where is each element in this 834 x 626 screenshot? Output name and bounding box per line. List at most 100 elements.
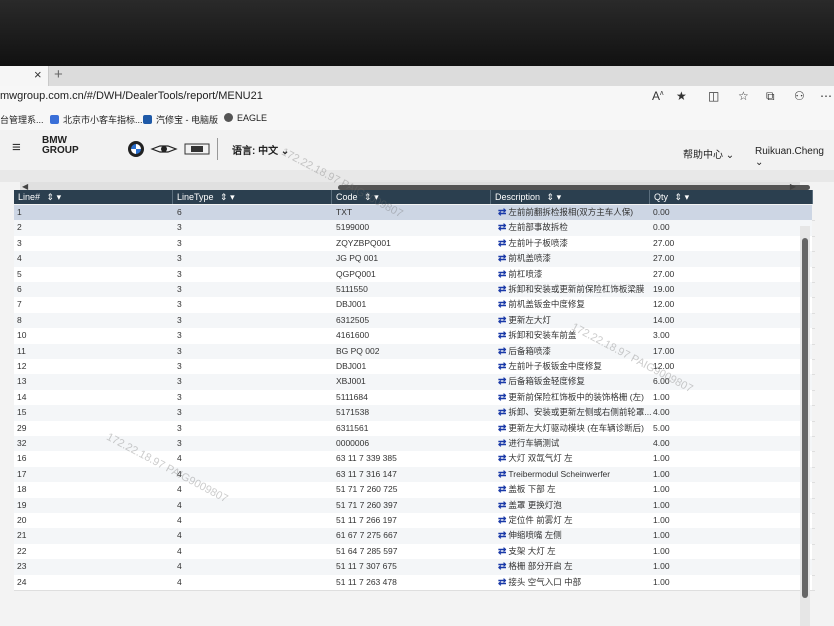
table-row[interactable]: 32 3 0000006 ⇄ 进行车辆测试 4.00: [14, 436, 815, 453]
swap-arrows-icon[interactable]: ⇄: [498, 421, 506, 436]
bookmark-item[interactable]: 台管理系...: [0, 113, 44, 126]
favorites-icon[interactable]: ☆: [738, 89, 749, 103]
swap-arrows-icon[interactable]: ⇄: [498, 359, 506, 374]
table-row[interactable]: 1 6 TXT ⇄ 左前前翻拆检报相(双方主车人保) 0.00: [14, 205, 815, 222]
swap-arrows-icon[interactable]: ⇄: [498, 251, 506, 266]
table-row[interactable]: 3 3 ZQYZBPQ001 ⇄ 左前叶子板喷漆 27.00: [14, 235, 815, 253]
table-row[interactable]: 16 4 63 11 7 339 385 ⇄ 大灯 双氙气灯 左 1.00: [14, 451, 815, 468]
table-row[interactable]: 12 3 DBJ001 ⇄ 左前叶子板钣金中度修复 12.00: [14, 359, 815, 376]
table-row[interactable]: 22 4 51 64 7 285 597 ⇄ 支架 大灯 左 1.00: [14, 543, 815, 561]
swap-arrows-icon[interactable]: ⇄: [498, 544, 506, 559]
browser-tab[interactable]: ×: [0, 66, 49, 86]
language-selector[interactable]: 语言: 中文 ⌄: [232, 142, 289, 157]
table-row[interactable]: 24 4 51 11 7 263 478 ⇄ 接头 空气入口 中部 1.00: [14, 574, 815, 591]
swap-arrows-icon[interactable]: ⇄: [498, 451, 506, 466]
table-row[interactable]: 13 3 XBJ001 ⇄ 后备箱钣金轻度修复 6.00: [14, 374, 815, 391]
cell-line: 3: [14, 236, 175, 253]
menu-icon[interactable]: ≡: [12, 139, 21, 156]
cell-desc: ⇄ 格栅 部分开启 左: [491, 559, 652, 576]
swap-arrows-icon[interactable]: ⇄: [498, 205, 506, 220]
swap-arrows-icon[interactable]: ⇄: [498, 528, 506, 543]
scrollbar-thumb[interactable]: [802, 238, 808, 598]
table-row[interactable]: 17 4 63 11 7 316 147 ⇄ Treibermodul Scheinwe…: [14, 466, 815, 484]
swap-arrows-icon[interactable]: ⇄: [498, 513, 506, 528]
swap-arrows-icon[interactable]: ⇄: [498, 467, 506, 482]
cell-code: 51 64 7 285 597: [332, 544, 494, 561]
swap-arrows-icon[interactable]: ⇄: [498, 482, 506, 497]
cell-type: 4: [173, 575, 335, 591]
swap-arrows-icon[interactable]: ⇄: [498, 559, 506, 574]
cell-line: 14: [14, 390, 175, 407]
bookmark-item[interactable]: EAGLE: [224, 113, 267, 123]
split-screen-icon[interactable]: ◫: [708, 89, 719, 103]
vertical-scrollbar[interactable]: [800, 226, 810, 626]
column-header-linetype[interactable]: LineType ⇕ ▾: [173, 190, 332, 204]
column-header-description[interactable]: Description ⇕ ▾: [491, 190, 650, 204]
table-row[interactable]: 21 4 61 67 7 275 667 ⇄ 伸缩喷嘴 左侧 1.00: [14, 528, 815, 545]
user-menu[interactable]: Ruikuan.Cheng ⌄: [755, 146, 834, 168]
swap-arrows-icon[interactable]: ⇄: [498, 328, 506, 343]
new-tab-button[interactable]: +: [54, 66, 63, 83]
sort-filter-icon[interactable]: ⇕ ▾: [216, 192, 235, 202]
table-row[interactable]: 14 3 5111684 ⇄ 更新前保险杠饰板中的装饰格栅 (左) 1.00: [14, 389, 815, 407]
table-row[interactable]: 4 3 JG PQ 001 ⇄ 前机盖喷漆 27.00: [14, 251, 815, 268]
column-header-line[interactable]: Line# ⇕ ▾: [14, 190, 173, 204]
favorite-star-icon[interactable]: ★: [676, 89, 687, 103]
swap-arrows-icon[interactable]: ⇄: [498, 374, 506, 389]
more-icon[interactable]: ⋯: [820, 89, 832, 103]
table-row[interactable]: 10 3 4161600 ⇄ 拆卸和安装车前盖 3.00: [14, 328, 815, 345]
swap-arrows-icon[interactable]: ⇄: [498, 220, 506, 235]
swap-arrows-icon[interactable]: ⇄: [498, 575, 506, 590]
swap-arrows-icon[interactable]: ⇄: [498, 267, 506, 282]
cell-text: JG PQ 001: [336, 253, 379, 264]
bookmark-item[interactable]: 汽修宝 - 电脑版: [143, 113, 218, 126]
address-bar[interactable]: mwgroup.com.cn/#/DWH/DealerTools/report/…: [0, 86, 834, 108]
cell-type: 3: [173, 297, 335, 314]
swap-arrows-icon[interactable]: ⇄: [498, 344, 506, 359]
table-row[interactable]: 5 3 QGPQ001 ⇄ 前杠喷漆 27.00: [14, 266, 815, 283]
language-label: 语言: 中文: [232, 146, 279, 157]
cell-text: ZQYZBPQ001: [336, 237, 391, 248]
swap-arrows-icon[interactable]: ⇄: [498, 436, 506, 451]
swap-arrows-icon[interactable]: ⇄: [498, 297, 506, 312]
collections-icon[interactable]: ⧉: [766, 89, 775, 104]
table-row[interactable]: 6 3 5111550 ⇄ 拆卸和安装或更新前保险杠饰板梁膜 19.00: [14, 282, 815, 299]
table-row[interactable]: 23 4 51 11 7 307 675 ⇄ 格栅 部分开启 左 1.00: [14, 559, 815, 576]
table-row[interactable]: 8 3 6312505 ⇄ 更新左大灯 14.00: [14, 312, 815, 330]
close-icon[interactable]: ×: [34, 67, 42, 82]
table-row[interactable]: 2 3 5199000 ⇄ 左前部事故拆检 0.00: [14, 220, 815, 237]
help-center-menu[interactable]: 帮助中心 ⌄: [683, 146, 734, 161]
cell-text: TXT: [336, 207, 353, 217]
column-header-qty[interactable]: Qty ⇕ ▾: [650, 190, 813, 204]
table-row[interactable]: 20 4 51 11 7 266 197 ⇄ 定位件 前雾灯 左 1.00: [14, 513, 815, 530]
swap-arrows-icon[interactable]: ⇄: [498, 390, 506, 405]
extensions-icon[interactable]: ⚇: [794, 89, 805, 103]
cell-line: 10: [14, 328, 175, 345]
swap-arrows-icon[interactable]: ⇄: [498, 313, 506, 328]
table-row[interactable]: 29 3 6311561 ⇄ 更新左大灯驱动模块 (在车辆诊断后) 5.00: [14, 420, 815, 437]
cell-text: 17: [17, 468, 27, 479]
cell-type: 3: [173, 390, 335, 407]
swap-arrows-icon[interactable]: ⇄: [498, 282, 506, 297]
table-row[interactable]: 19 4 51 71 7 260 397 ⇄ 盖罩 更换灯泡 1.00: [14, 497, 815, 514]
sort-filter-icon[interactable]: ⇕ ▾: [671, 192, 690, 202]
url-text[interactable]: mwgroup.com.cn/#/DWH/DealerTools/report/…: [0, 90, 263, 102]
swap-arrows-icon[interactable]: ⇄: [498, 498, 506, 513]
sort-filter-icon[interactable]: ⇕ ▾: [43, 192, 62, 202]
table-row[interactable]: 18 4 51 71 7 260 725 ⇄ 盖板 下部 左 1.00: [14, 482, 815, 499]
table-row[interactable]: 15 3 5171538 ⇄ 拆卸、安装或更新左侧或右侧前轮罩... 4.00: [14, 405, 815, 422]
swap-arrows-icon[interactable]: ⇄: [498, 236, 506, 251]
cell-text: 11: [17, 345, 26, 356]
cell-code: 51 71 7 260 397: [332, 498, 494, 514]
cell-text: 盖罩 更换灯泡: [508, 499, 562, 510]
cell-desc: ⇄ 前机盖钣金中度修复: [491, 297, 652, 314]
sort-filter-icon[interactable]: ⇕ ▾: [543, 192, 562, 202]
bookmark-item[interactable]: 北京市小客车指标...: [50, 113, 143, 126]
column-header-code[interactable]: Code ⇕ ▾: [332, 190, 491, 204]
table-row[interactable]: 7 3 DBJ001 ⇄ 前机盖钣金中度修复 12.00: [14, 297, 815, 314]
swap-arrows-icon[interactable]: ⇄: [498, 405, 506, 420]
sort-filter-icon[interactable]: ⇕ ▾: [360, 192, 379, 202]
table-row[interactable]: 11 3 BG PQ 002 ⇄ 后备箱喷漆 17.00: [14, 343, 815, 360]
read-aloud-icon[interactable]: Aʌ: [652, 89, 664, 103]
cell-text: 22: [17, 545, 27, 556]
